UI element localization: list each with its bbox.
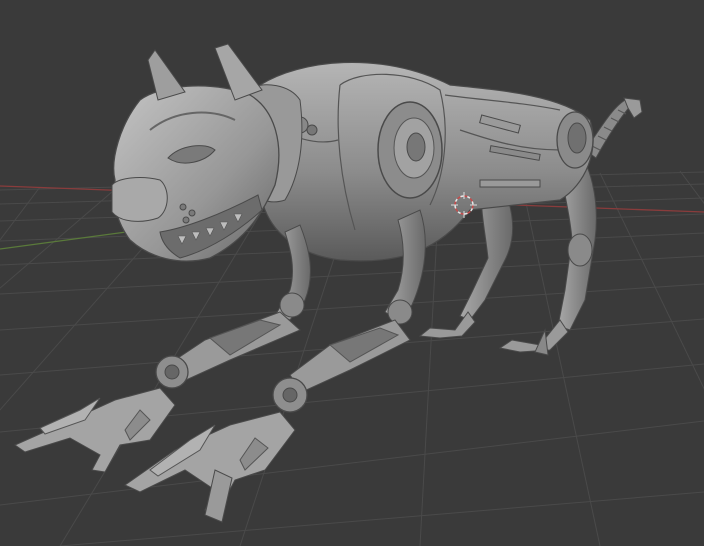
3d-viewport[interactable] xyxy=(0,0,704,546)
shoulder-joint xyxy=(377,101,443,199)
hip-joint xyxy=(556,111,594,169)
snout xyxy=(111,177,168,222)
viewport-canvas[interactable] xyxy=(0,0,704,546)
